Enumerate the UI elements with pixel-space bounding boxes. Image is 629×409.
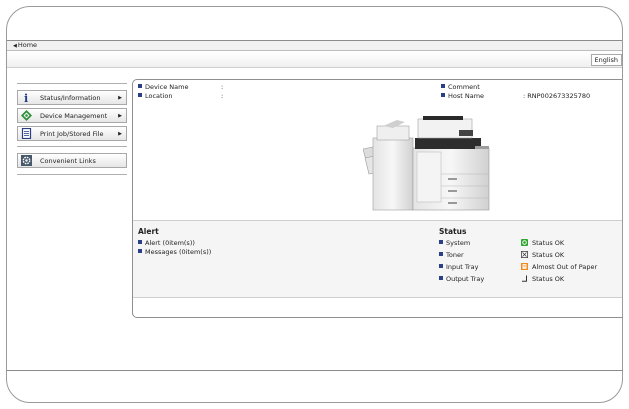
- alert-count-link[interactable]: Alert (0item(s)): [138, 239, 195, 248]
- status-row-output-tray-value: Status OK: [521, 275, 564, 284]
- alert-title: Alert: [138, 227, 159, 236]
- status-row-toner: Toner: [439, 251, 464, 260]
- bullet-icon: [138, 93, 142, 97]
- bullet-icon: [439, 276, 443, 280]
- sidebar-item-label: Convenient Links: [40, 157, 96, 165]
- sidebar-divider: [17, 146, 127, 147]
- location-separator: :: [221, 92, 224, 100]
- status-row-system-value: Status OK: [521, 239, 564, 248]
- bullet-icon: [441, 93, 445, 97]
- sidebar-item-convenient-links[interactable]: Convenient Links: [17, 153, 127, 168]
- system-ok-icon: [521, 239, 528, 246]
- sidebar-item-device-management[interactable]: Device Management ▶: [17, 108, 127, 123]
- sidebar-item-label: Print Job/Stored File: [40, 130, 104, 138]
- device-panel: Device Name : Location : Comment Host Na…: [132, 79, 622, 318]
- status-value: Status OK: [532, 239, 565, 247]
- location-row: Location :: [138, 92, 223, 101]
- sidebar-divider: [17, 83, 127, 84]
- sidebar: i Status/Information ▶ Device Management…: [17, 83, 127, 175]
- status-row-label: Toner: [446, 251, 464, 259]
- svg-text:i: i: [24, 92, 28, 103]
- sidebar-item-label: Status/Information: [40, 94, 101, 102]
- messages-count-link[interactable]: Messages (0item(s)): [138, 248, 211, 257]
- breadcrumb: ◀Home: [7, 41, 622, 51]
- device-name-separator: :: [221, 83, 224, 91]
- bullet-icon: [439, 264, 443, 268]
- bullet-icon: [439, 240, 443, 244]
- back-arrow-icon[interactable]: ◀: [13, 43, 17, 49]
- status-row-input-tray: Input Tray: [439, 263, 478, 272]
- bottom-divider: [7, 370, 622, 371]
- status-row-label: Input Tray: [446, 263, 479, 271]
- bullet-icon: [138, 84, 142, 88]
- bullet-icon: [441, 84, 445, 88]
- status-row-label: Output Tray: [446, 275, 485, 283]
- chevron-right-icon: ▶: [118, 95, 122, 101]
- sidebar-item-status-information[interactable]: i Status/Information ▶: [17, 90, 127, 105]
- browser-frame: ◀Home English i Status/Information ▶ Dev…: [6, 6, 623, 403]
- language-bar: English: [7, 51, 622, 68]
- info-icon: i: [24, 92, 28, 103]
- language-select[interactable]: English: [590, 54, 622, 66]
- home-link[interactable]: Home: [18, 41, 37, 49]
- status-title: Status: [439, 227, 467, 236]
- printer-image: [363, 116, 490, 211]
- gear-icon: [21, 155, 32, 166]
- alert-count-label: Alert (0item(s)): [145, 239, 195, 247]
- chevron-right-icon: ▶: [118, 131, 122, 137]
- status-value: Status OK: [532, 275, 565, 283]
- location-label: Location: [145, 92, 173, 100]
- messages-count-label: Messages (0item(s)): [145, 248, 212, 256]
- comment-row: Comment: [441, 83, 480, 92]
- status-value: Status OK: [532, 251, 565, 259]
- toner-icon: [521, 251, 528, 258]
- diamond-icon: [21, 110, 32, 121]
- paper-warning-icon: [521, 263, 528, 270]
- host-name-label: Host Name: [448, 92, 485, 100]
- status-row-label: System: [446, 239, 471, 247]
- sidebar-divider: [17, 174, 127, 175]
- status-value: Almost Out of Paper: [532, 263, 598, 271]
- status-row-output-tray: Output Tray: [439, 275, 484, 284]
- status-row-input-tray-value: Almost Out of Paper: [521, 263, 597, 272]
- device-name-row: Device Name :: [138, 83, 223, 92]
- bullet-icon: [138, 249, 142, 253]
- comment-label: Comment: [448, 83, 480, 91]
- output-tray-icon: [522, 275, 527, 282]
- device-name-label: Device Name: [145, 83, 189, 91]
- status-row-toner-value: Status OK: [521, 251, 564, 260]
- sidebar-item-print-job[interactable]: Print Job/Stored File ▶: [17, 126, 127, 141]
- status-row-system: System: [439, 239, 470, 248]
- status-section: Alert Alert (0item(s)) Messages (0item(s…: [133, 220, 622, 298]
- host-name-value: : RNP002673325780: [523, 92, 591, 100]
- document-icon: [21, 128, 32, 139]
- bullet-icon: [439, 252, 443, 256]
- host-name-row: Host Name : RNP002673325780: [441, 92, 590, 101]
- sidebar-item-label: Device Management: [40, 112, 108, 120]
- chevron-right-icon: ▶: [118, 113, 122, 119]
- bullet-icon: [138, 240, 142, 244]
